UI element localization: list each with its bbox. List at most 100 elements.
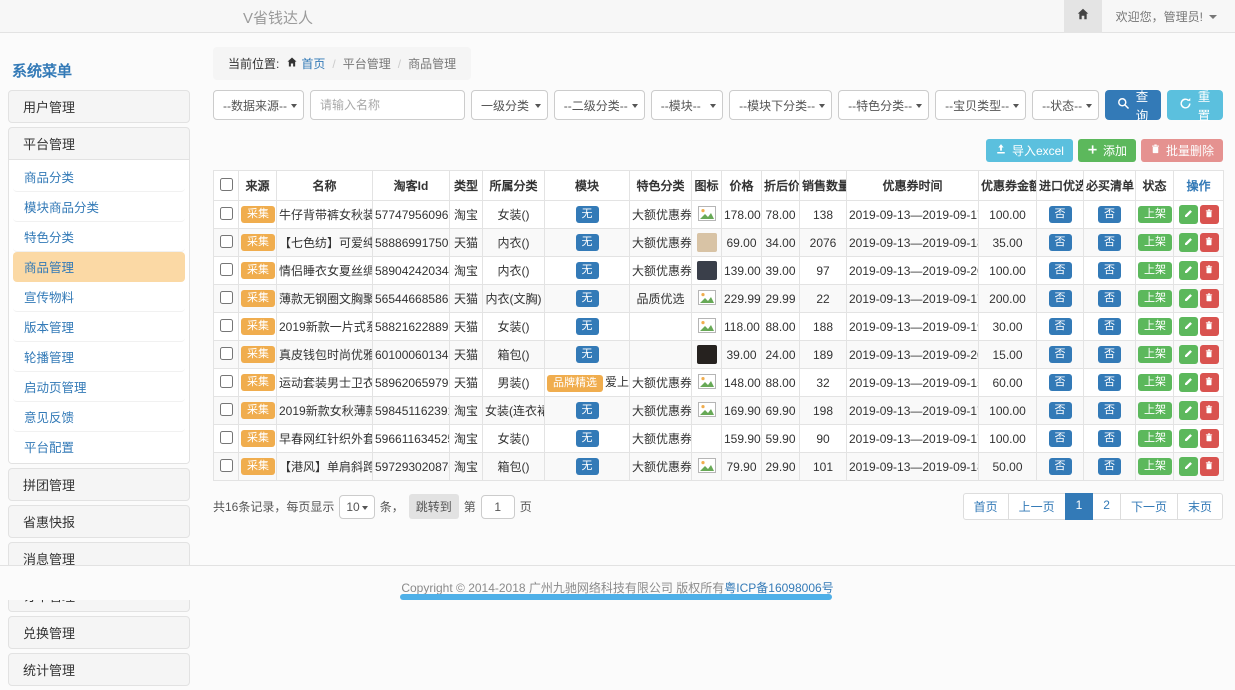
pager-first[interactable]: 首页 <box>963 493 1009 520</box>
icp-link[interactable]: 粤ICP备16098006号 <box>724 581 833 595</box>
status-toggle[interactable]: 上架 <box>1138 290 1172 307</box>
jump-button[interactable]: 跳转到 <box>409 494 459 519</box>
sidebar-group-exchange[interactable]: 兑换管理 <box>9 617 189 648</box>
module-select[interactable]: --模块-- <box>651 90 723 120</box>
edit-button[interactable] <box>1179 317 1198 336</box>
imported-toggle[interactable]: 否 <box>1049 234 1072 251</box>
imported-toggle[interactable]: 否 <box>1049 290 1072 307</box>
feature-category-select[interactable]: --特色分类-- <box>838 90 929 120</box>
sidebar-item-platform-7[interactable]: 启动页管理 <box>13 372 185 402</box>
status-toggle[interactable]: 上架 <box>1138 234 1172 251</box>
imported-toggle[interactable]: 否 <box>1049 402 1072 419</box>
status-toggle[interactable]: 上架 <box>1138 318 1172 335</box>
edit-button[interactable] <box>1179 345 1198 364</box>
imported-toggle[interactable]: 否 <box>1049 458 1072 475</box>
category-level1-select[interactable]: 一级分类 <box>471 90 548 120</box>
pager-page-1[interactable]: 1 <box>1065 493 1094 520</box>
must-buy-toggle[interactable]: 否 <box>1098 458 1121 475</box>
sidebar-item-platform-8[interactable]: 意见反馈 <box>13 402 185 432</box>
sidebar-group-platform[interactable]: 平台管理 <box>9 128 189 159</box>
status-toggle[interactable]: 上架 <box>1138 458 1172 475</box>
sidebar-item-platform-5[interactable]: 版本管理 <box>13 312 185 342</box>
row-checkbox[interactable] <box>220 207 233 220</box>
pager-page-2[interactable]: 2 <box>1092 493 1121 520</box>
edit-button[interactable] <box>1179 429 1198 448</box>
imported-toggle[interactable]: 否 <box>1049 374 1072 391</box>
imported-toggle[interactable]: 否 <box>1049 318 1072 335</box>
must-buy-toggle[interactable]: 否 <box>1098 374 1121 391</box>
delete-button[interactable] <box>1200 401 1219 420</box>
row-checkbox[interactable] <box>220 459 233 472</box>
delete-button[interactable] <box>1200 317 1219 336</box>
sidebar-item-platform-2[interactable]: 特色分类 <box>13 222 185 252</box>
row-checkbox[interactable] <box>220 403 233 416</box>
status-toggle[interactable]: 上架 <box>1138 374 1172 391</box>
must-buy-toggle[interactable]: 否 <box>1098 402 1121 419</box>
must-buy-toggle[interactable]: 否 <box>1098 206 1121 223</box>
reset-button[interactable]: 重置 <box>1167 90 1223 120</box>
status-toggle[interactable]: 上架 <box>1138 430 1172 447</box>
edit-button[interactable] <box>1179 261 1198 280</box>
edit-button[interactable] <box>1179 373 1198 392</box>
must-buy-toggle[interactable]: 否 <box>1098 318 1121 335</box>
breadcrumb-item-platform[interactable]: 平台管理 <box>343 55 391 72</box>
edit-button[interactable] <box>1179 205 1198 224</box>
imported-toggle[interactable]: 否 <box>1049 346 1072 363</box>
item-type-select[interactable]: --宝贝类型-- <box>935 90 1026 120</box>
home-button[interactable] <box>1064 0 1102 33</box>
row-checkbox[interactable] <box>220 347 233 360</box>
pager-last[interactable]: 末页 <box>1177 493 1223 520</box>
add-button[interactable]: 添加 <box>1078 139 1136 162</box>
delete-button[interactable] <box>1200 457 1219 476</box>
sidebar-item-platform-9[interactable]: 平台配置 <box>13 432 185 461</box>
name-search-input[interactable] <box>310 90 465 120</box>
sidebar-group-groupbuy[interactable]: 拼团管理 <box>9 469 189 500</box>
data-source-select[interactable]: --数据来源-- <box>213 90 304 120</box>
must-buy-toggle[interactable]: 否 <box>1098 234 1121 251</box>
delete-button[interactable] <box>1200 373 1219 392</box>
delete-button[interactable] <box>1200 261 1219 280</box>
sidebar-item-platform-6[interactable]: 轮播管理 <box>13 342 185 372</box>
import-excel-button[interactable]: 导入excel <box>986 139 1073 162</box>
imported-toggle[interactable]: 否 <box>1049 262 1072 279</box>
must-buy-toggle[interactable]: 否 <box>1098 262 1121 279</box>
status-toggle[interactable]: 上架 <box>1138 402 1172 419</box>
imported-toggle[interactable]: 否 <box>1049 430 1072 447</box>
row-checkbox[interactable] <box>220 375 233 388</box>
edit-button[interactable] <box>1179 401 1198 420</box>
horizontal-scrollbar-thumb[interactable] <box>400 594 832 600</box>
category-level2-select[interactable]: --二级分类-- <box>554 90 645 120</box>
delete-button[interactable] <box>1200 429 1219 448</box>
module-sub-category-select[interactable]: --模块下分类-- <box>729 90 832 120</box>
sidebar-group-stats[interactable]: 统计管理 <box>9 654 189 685</box>
pager-prev[interactable]: 上一页 <box>1008 493 1066 520</box>
delete-button[interactable] <box>1200 233 1219 252</box>
delete-button[interactable] <box>1200 205 1219 224</box>
must-buy-toggle[interactable]: 否 <box>1098 290 1121 307</box>
edit-button[interactable] <box>1179 289 1198 308</box>
search-button[interactable]: 查询 <box>1105 90 1161 120</box>
user-menu[interactable]: 欢迎您，管理员! <box>1102 8 1235 25</box>
status-select[interactable]: --状态-- <box>1032 90 1099 120</box>
edit-button[interactable] <box>1179 457 1198 476</box>
sidebar-item-platform-3[interactable]: 商品管理 <box>13 252 185 282</box>
delete-button[interactable] <box>1200 345 1219 364</box>
edit-button[interactable] <box>1179 233 1198 252</box>
must-buy-toggle[interactable]: 否 <box>1098 430 1121 447</box>
breadcrumb-item-goods[interactable]: 商品管理 <box>408 55 456 72</box>
row-checkbox[interactable] <box>220 291 233 304</box>
batch-delete-button[interactable]: 批量删除 <box>1141 139 1223 162</box>
status-toggle[interactable]: 上架 <box>1138 262 1172 279</box>
must-buy-toggle[interactable]: 否 <box>1098 346 1121 363</box>
sidebar-item-platform-1[interactable]: 模块商品分类 <box>13 192 185 222</box>
sidebar-item-platform-4[interactable]: 宣传物料 <box>13 282 185 312</box>
pager-next[interactable]: 下一页 <box>1120 493 1178 520</box>
row-checkbox[interactable] <box>220 319 233 332</box>
sidebar-item-platform-0[interactable]: 商品分类 <box>13 162 185 192</box>
status-toggle[interactable]: 上架 <box>1138 346 1172 363</box>
row-checkbox[interactable] <box>220 263 233 276</box>
select-all-checkbox[interactable] <box>220 178 233 191</box>
breadcrumb-home-link[interactable]: 首页 <box>286 55 325 72</box>
per-page-select[interactable]: 10 <box>339 495 374 519</box>
sidebar-group-users[interactable]: 用户管理 <box>9 91 189 122</box>
